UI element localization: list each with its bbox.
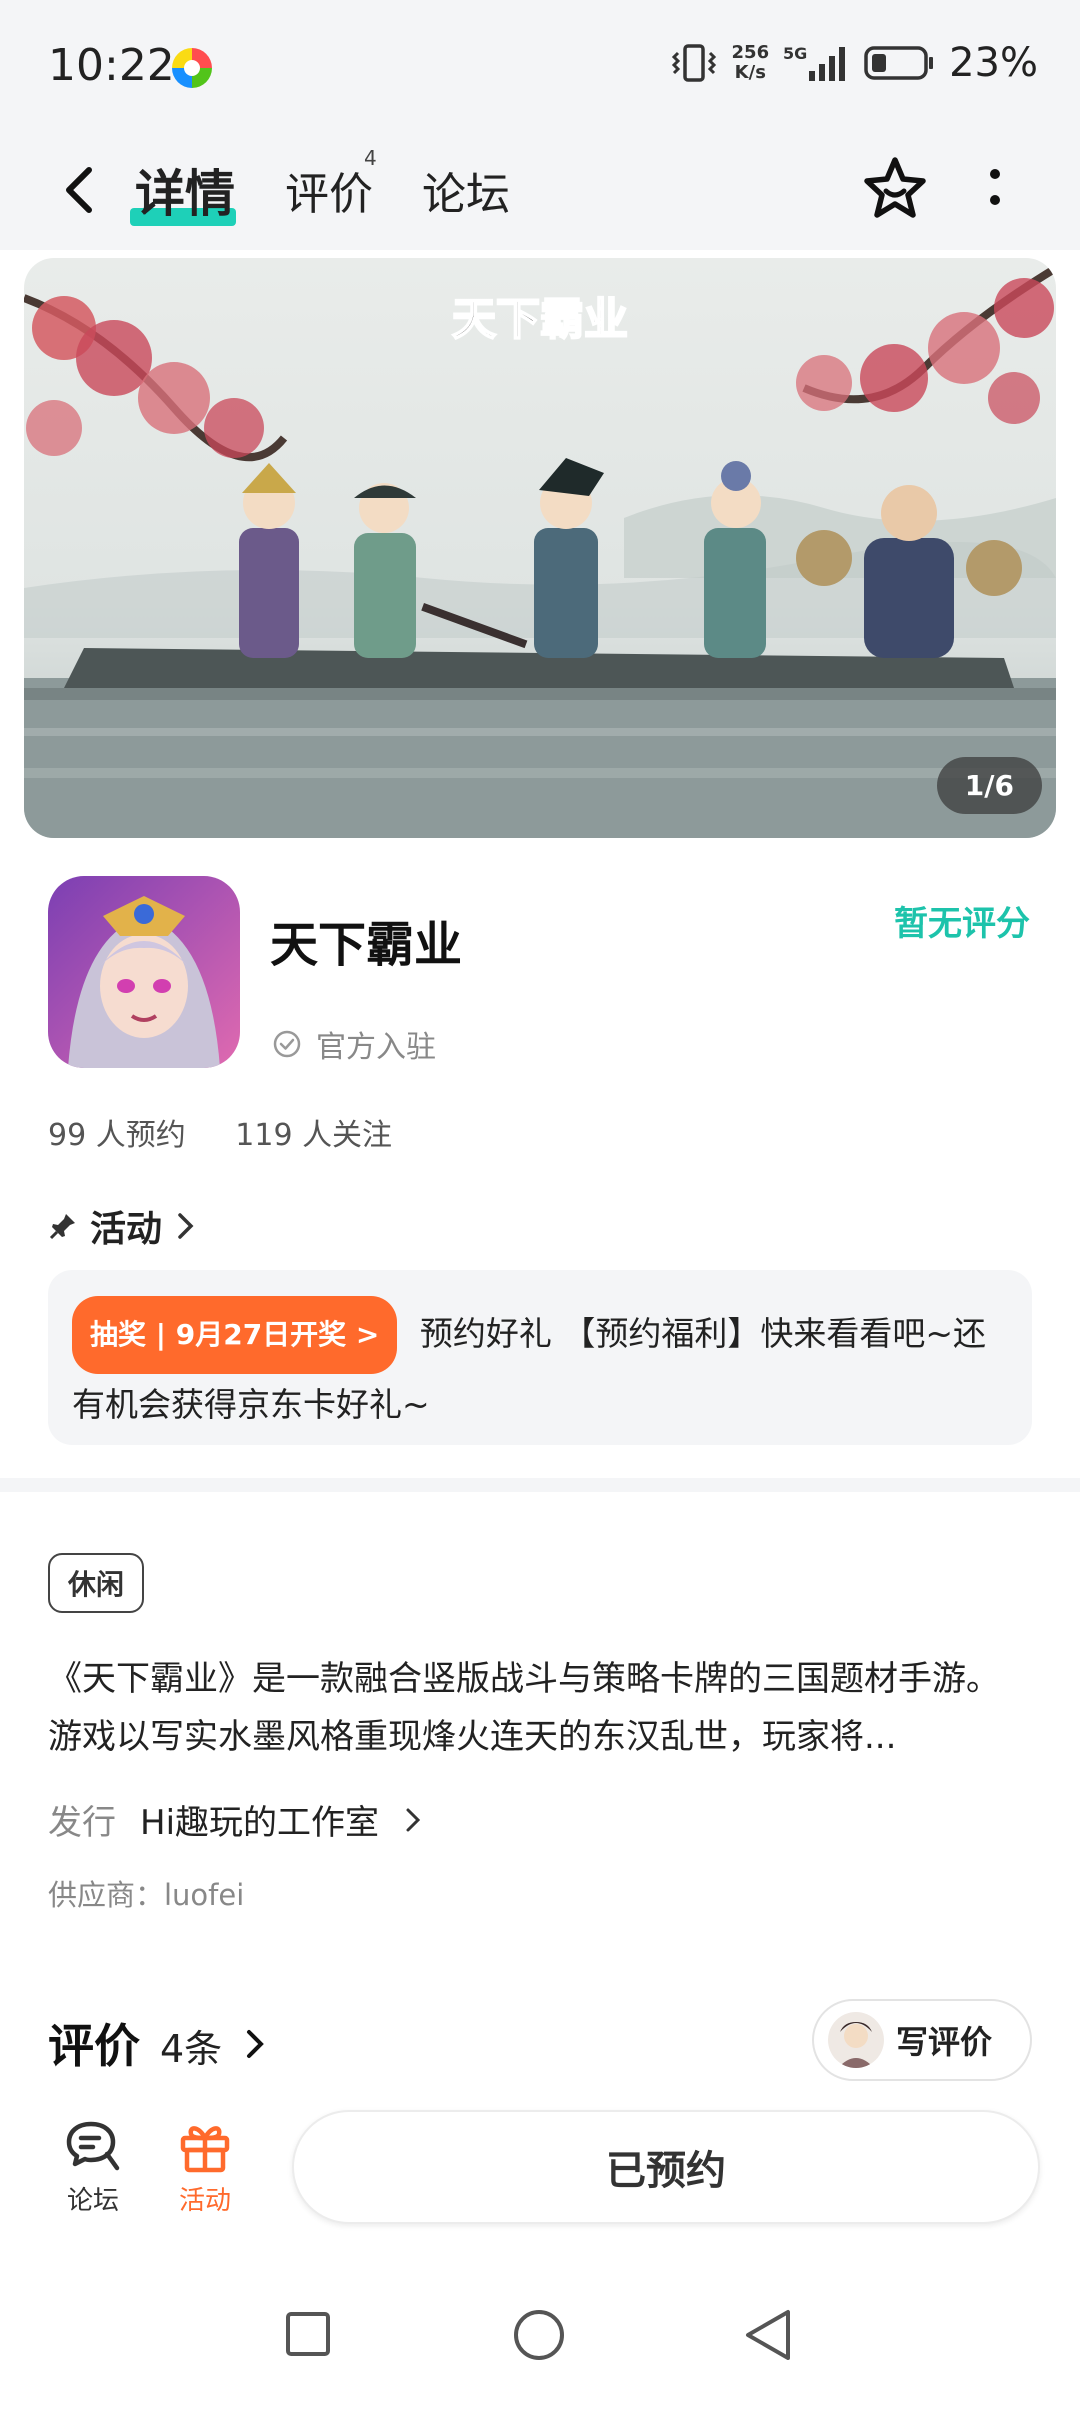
write-review-button[interactable]: 写评价 xyxy=(812,1999,1032,2081)
lottery-tag: 抽奖 | 9月27日开奖 > xyxy=(72,1296,398,1374)
forum-chat-icon xyxy=(66,2121,120,2171)
review-count: 4条 xyxy=(160,2027,223,2071)
recent-apps-icon[interactable] xyxy=(284,2310,332,2358)
section-divider xyxy=(0,1478,1080,1492)
bottom-activity-label: 活动 xyxy=(178,2186,231,2216)
official-label: 官方入驻 xyxy=(316,1030,436,1065)
bottom-forum-button[interactable]: 论坛 xyxy=(48,2118,138,2217)
system-nav-bar xyxy=(0,2260,1080,2412)
top-nav: 详情 评价 4 论坛 xyxy=(0,130,1080,250)
status-time: 10:22 xyxy=(48,40,175,91)
bottom-activity-button[interactable]: 活动 xyxy=(160,2118,250,2217)
reserved-button[interactable]: 已预约 xyxy=(292,2110,1040,2224)
official-badge: 官方入驻 xyxy=(272,1022,436,1066)
write-review-label: 写评价 xyxy=(896,2023,993,2061)
home-icon[interactable] xyxy=(512,2308,566,2362)
carousel-counter: 1/6 xyxy=(936,757,1042,814)
status-indicators: 256 K/s 5G 23% xyxy=(670,40,1038,86)
verified-check-icon xyxy=(273,1030,301,1058)
tab-review-badge: 4 xyxy=(364,146,377,170)
more-options-icon[interactable] xyxy=(975,164,1015,216)
publisher-row[interactable]: 发行 Hi趣玩的工作室 xyxy=(48,1795,423,1844)
reservation-count: 99 人预约 xyxy=(48,1118,186,1153)
net-speed: 256 K/s xyxy=(731,42,770,83)
chevron-right-icon xyxy=(406,1808,421,1831)
favorite-star-icon[interactable] xyxy=(860,154,930,224)
activity-section-header[interactable]: 活动 xyxy=(48,1200,198,1252)
user-avatar xyxy=(828,2012,884,2068)
back-triangle-icon[interactable] xyxy=(742,2308,794,2362)
gift-icon xyxy=(180,2126,230,2173)
genre-tag[interactable]: 休闲 xyxy=(48,1553,145,1613)
back-arrow-icon[interactable] xyxy=(55,160,105,220)
screenshot-carousel[interactable]: 天下霸业 1/6 xyxy=(24,258,1056,838)
game-title: 天下霸业 xyxy=(270,917,463,973)
chevron-right-icon xyxy=(178,1213,194,1239)
review-section-header[interactable]: 评价 4条 xyxy=(48,2010,268,2076)
bottom-forum-label: 论坛 xyxy=(66,2186,119,2216)
publisher-name: Hi趣玩的工作室 xyxy=(140,1803,380,1843)
publisher-label: 发行 xyxy=(48,1803,116,1843)
status-bar: 10:22 256 K/s 5G 23% xyxy=(0,0,1080,130)
battery-percent: 23% xyxy=(949,40,1038,86)
activity-card[interactable]: 抽奖 | 9月27日开奖 > 预约好礼 【预约福利】快来看看吧~还有机会获得京东… xyxy=(48,1270,1032,1445)
app-notification-icon xyxy=(172,48,212,88)
banner-logo-text: 天下霸业 xyxy=(452,294,628,345)
game-description[interactable]: 《天下霸业》是一款融合竖版战斗与策略卡牌的三国题材手游。游戏以写实水墨风格重现烽… xyxy=(48,1650,1032,1766)
battery-icon xyxy=(864,46,934,80)
tab-review[interactable]: 评价 xyxy=(285,158,373,222)
review-title: 评价 xyxy=(48,2019,140,2073)
game-stats: 99 人预约 119 人关注 xyxy=(48,1110,432,1154)
rating-status[interactable]: 暂无评分 xyxy=(894,896,1030,945)
signal-5g-icon: 5G xyxy=(783,44,846,81)
supplier-info: 供应商：luofei xyxy=(48,1878,245,1912)
activity-title: 活动 xyxy=(90,1209,163,1250)
tab-detail[interactable]: 详情 xyxy=(135,154,235,226)
game-app-icon xyxy=(48,876,240,1068)
vibrate-icon xyxy=(671,44,716,82)
banner-artwork: 天下霸业 xyxy=(24,258,1056,838)
follower-count: 119 人关注 xyxy=(235,1118,393,1153)
svg-text:5G: 5G xyxy=(783,44,807,63)
chevron-right-icon xyxy=(247,2030,265,2058)
pin-icon xyxy=(49,1214,75,1240)
tab-forum[interactable]: 论坛 xyxy=(422,158,510,222)
